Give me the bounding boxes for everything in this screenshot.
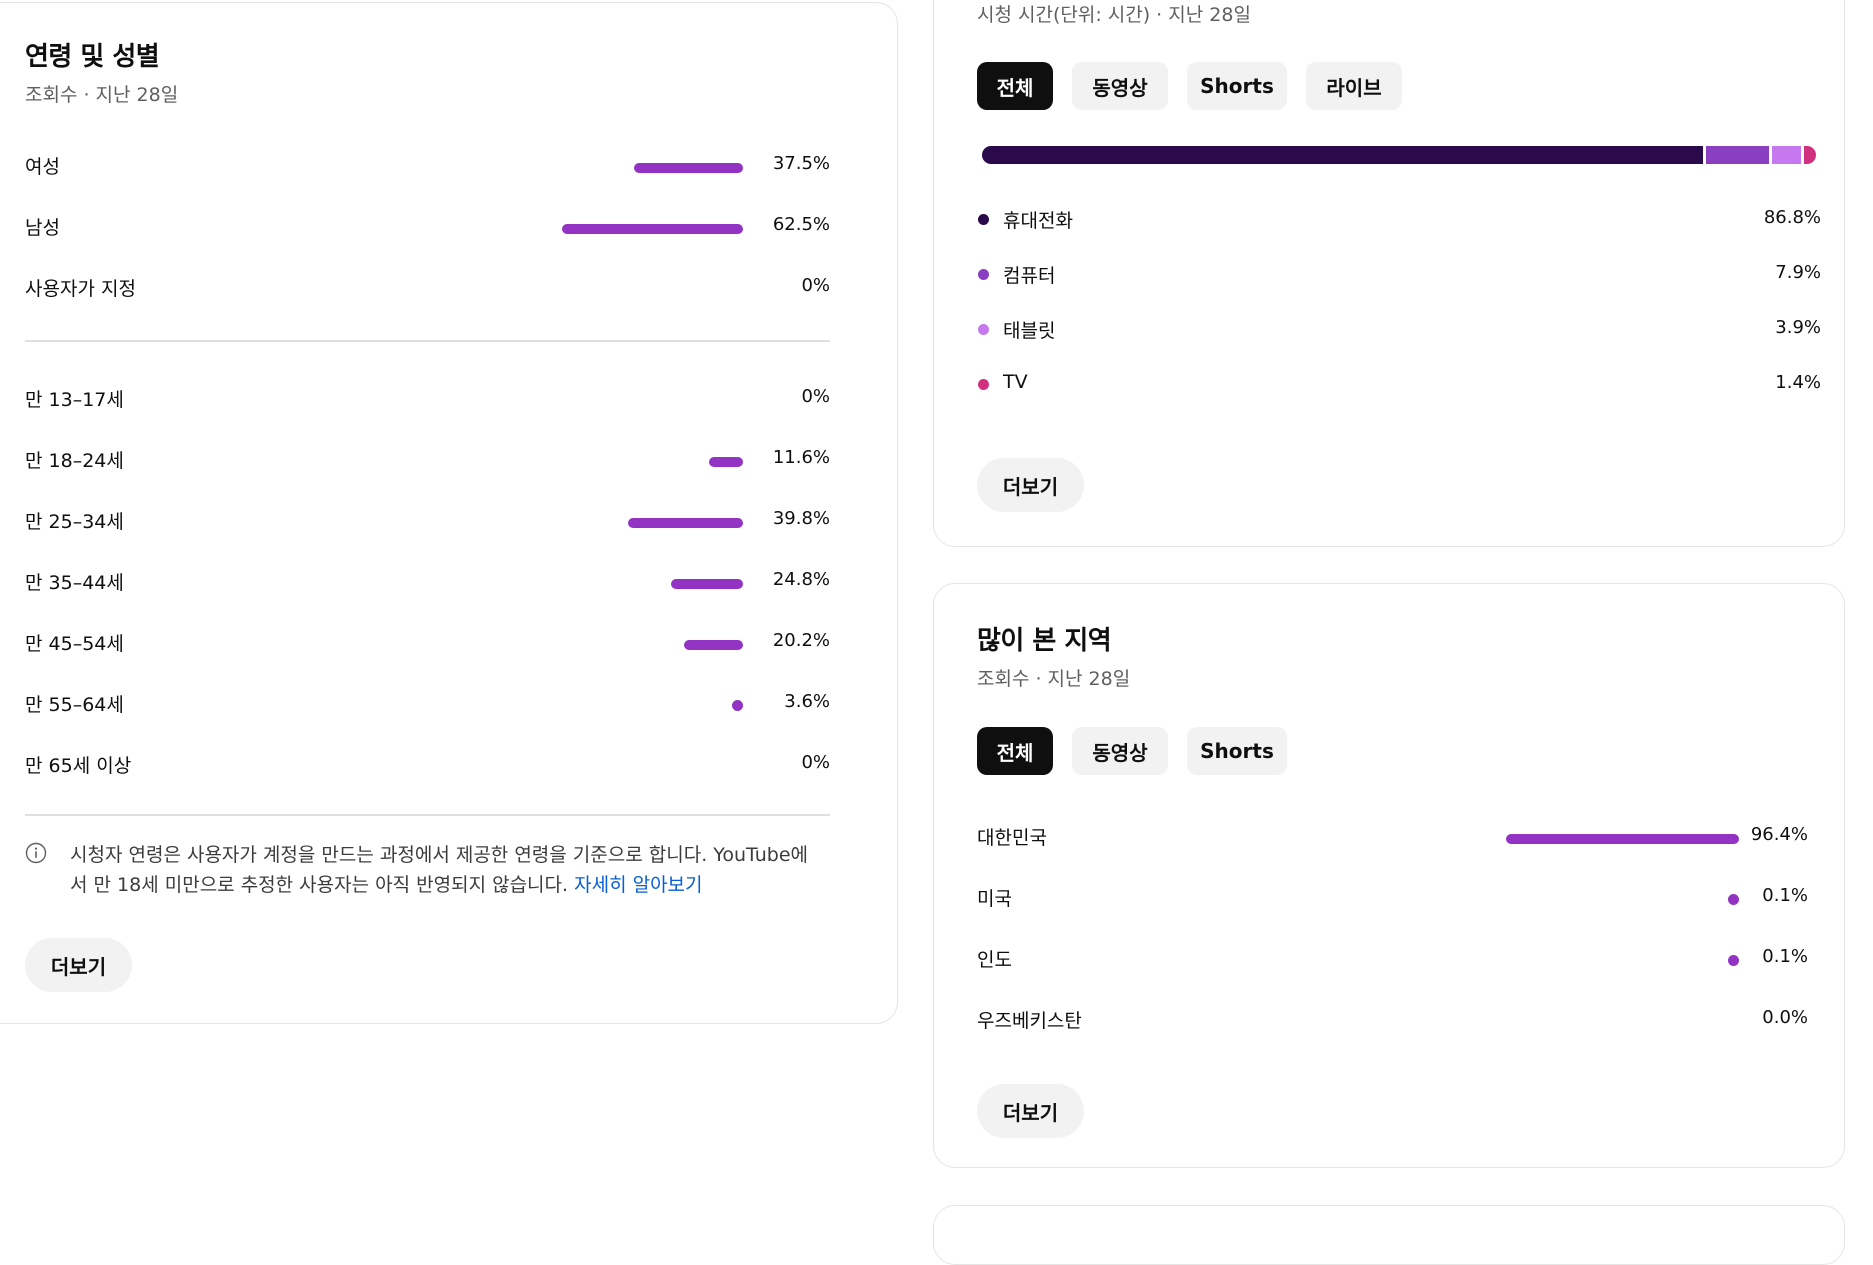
row-value: 0%	[801, 275, 830, 296]
row-bar	[709, 457, 743, 467]
stack-segment	[1771, 146, 1802, 164]
legend-dot	[978, 269, 989, 280]
region-label: 우즈베키스탄	[977, 1010, 1082, 1032]
row-bar	[561, 224, 743, 234]
device-label: 휴대전화	[1003, 210, 1073, 232]
region-value: 96.4%	[1750, 824, 1808, 845]
row-label: 만 18–24세	[25, 450, 124, 472]
device-value: 3.9%	[1775, 317, 1821, 338]
row-label: 사용자가 지정	[25, 278, 136, 300]
row-value: 62.5%	[772, 214, 830, 235]
age-gender-title: 연령 및 성별	[25, 42, 160, 72]
next-card	[933, 1205, 1845, 1265]
stack-segment	[982, 146, 1703, 164]
row-value: 24.8%	[772, 569, 830, 590]
learn-more-link[interactable]: 자세히 알아보기	[574, 874, 702, 896]
device-label: 태블릿	[1003, 320, 1056, 342]
tab-chip[interactable]: 라이브	[1306, 62, 1402, 110]
tab-chip[interactable]: Shorts	[1187, 727, 1287, 775]
row-value: 20.2%	[772, 630, 830, 651]
region-value: 0.1%	[1762, 946, 1808, 967]
row-label: 만 25–34세	[25, 511, 124, 533]
legend-dot	[978, 324, 989, 335]
device-subtitle: 시청 시간(단위: 시간) · 지난 28일	[977, 4, 1251, 26]
row-label: 만 65세 이상	[25, 755, 132, 777]
region-bar	[1505, 834, 1739, 844]
divider	[25, 814, 830, 816]
row-bar	[684, 640, 743, 650]
row-label: 만 55–64세	[25, 694, 124, 716]
info-icon	[25, 842, 47, 868]
age-gender-more-button[interactable]: 더보기	[25, 938, 132, 992]
region-bar	[1728, 894, 1739, 905]
region-label: 인도	[977, 949, 1012, 971]
region-label: 대한민국	[977, 827, 1047, 849]
row-value: 0%	[801, 386, 830, 407]
row-label: 만 35–44세	[25, 572, 124, 594]
device-more-button[interactable]: 더보기	[977, 458, 1084, 512]
region-value: 0.1%	[1762, 885, 1808, 906]
row-value: 11.6%	[772, 447, 830, 468]
region-value: 0.0%	[1762, 1007, 1808, 1028]
tab-chip[interactable]: 동영상	[1072, 62, 1168, 110]
region-subtitle: 조회수 · 지난 28일	[977, 668, 1131, 690]
device-value: 7.9%	[1775, 262, 1821, 283]
row-bar	[634, 163, 743, 173]
row-label: 여성	[25, 156, 60, 178]
legend-dot	[978, 214, 989, 225]
stack-segment	[1705, 146, 1769, 164]
row-bar	[732, 700, 743, 711]
row-value: 39.8%	[772, 508, 830, 529]
tab-chip[interactable]: Shorts	[1187, 62, 1287, 110]
region-bar	[1728, 955, 1739, 966]
tab-chip[interactable]: 동영상	[1072, 727, 1168, 775]
age-info-text: 시청자 연령은 사용자가 계정을 만드는 과정에서 제공한 연령을 기준으로 합…	[70, 840, 830, 900]
row-value: 37.5%	[772, 153, 830, 174]
device-label: TV	[1003, 371, 1028, 393]
info-line-2: 서 만 18세 미만으로 추정한 사용자는 아직 반영되지 않습니다.	[70, 874, 569, 896]
region-label: 미국	[977, 888, 1012, 910]
info-line-1: 시청자 연령은 사용자가 계정을 만드는 과정에서 제공한 연령을 기준으로 합…	[70, 844, 809, 866]
row-value: 3.6%	[784, 691, 830, 712]
device-value: 1.4%	[1775, 372, 1821, 393]
legend-dot	[978, 379, 989, 390]
region-more-button[interactable]: 더보기	[977, 1084, 1084, 1138]
row-label: 만 13–17세	[25, 389, 124, 411]
divider	[25, 340, 830, 342]
tab-chip[interactable]: 전체	[977, 62, 1053, 110]
tab-chip[interactable]: 전체	[977, 727, 1053, 775]
age-gender-subtitle: 조회수 · 지난 28일	[25, 84, 179, 106]
row-bar	[671, 579, 743, 589]
device-value: 86.8%	[1763, 207, 1821, 228]
device-label: 컴퓨터	[1003, 265, 1056, 287]
row-value: 0%	[801, 752, 830, 773]
row-label: 만 45–54세	[25, 633, 124, 655]
row-bar	[627, 518, 743, 528]
row-label: 남성	[25, 217, 60, 239]
region-title: 많이 본 지역	[977, 626, 1112, 656]
